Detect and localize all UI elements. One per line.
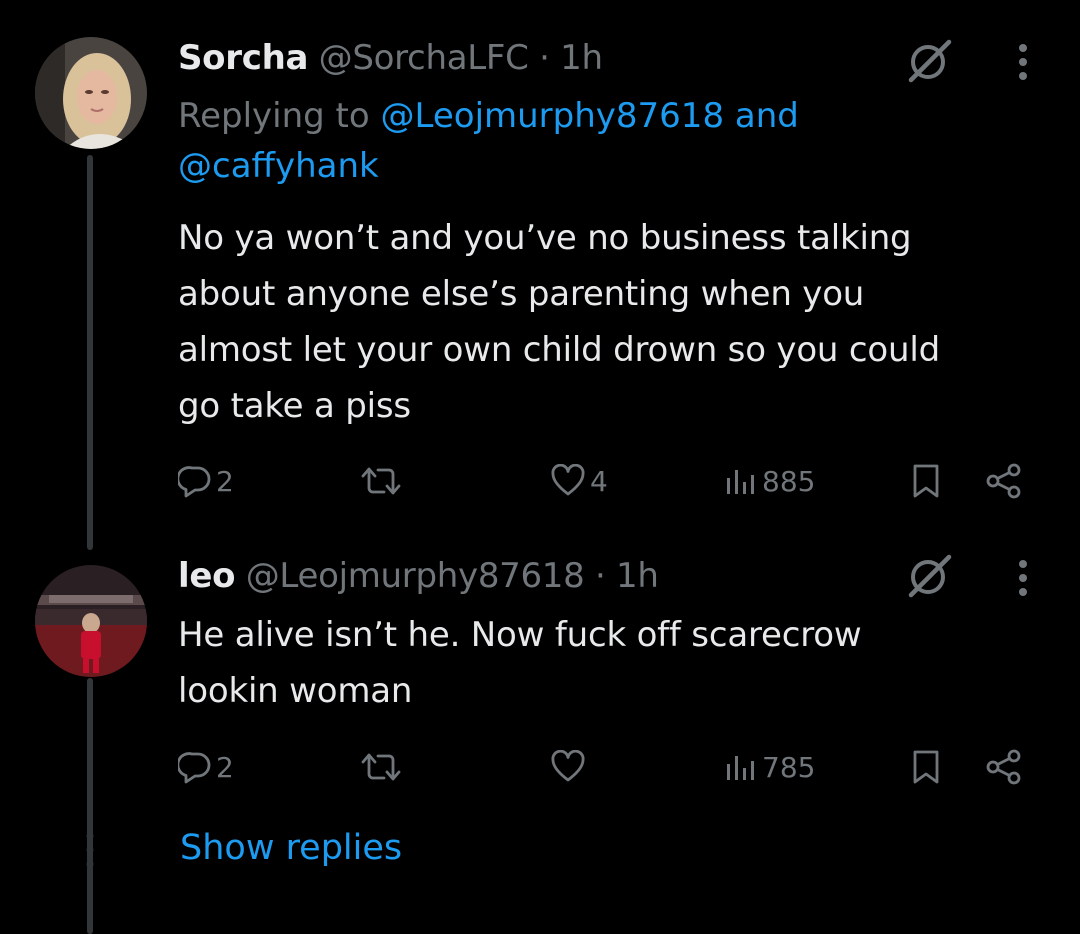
replying-to-label: Replying to: [178, 96, 370, 136]
tweet-text-line: No ya won’t and you’ve no business talki…: [178, 218, 912, 258]
thread-continuation-dots-icon: [86, 832, 94, 868]
tweet-header: Sorcha @SorchaLFC · 1h: [178, 37, 603, 79]
reply-button[interactable]: 2: [178, 456, 234, 506]
share-icon: [986, 463, 1021, 499]
views-icon: [727, 470, 754, 494]
bookmark-button[interactable]: [910, 456, 942, 506]
handle[interactable]: @SorchaLFC: [319, 38, 529, 78]
tweet-sorcha[interactable]: Sorcha @SorchaLFC · 1h Replying to @Leoj…: [0, 0, 1080, 560]
views-button[interactable]: 885: [724, 456, 815, 506]
reply-mention-leojmurphy[interactable]: @Leojmurphy87618: [381, 96, 725, 136]
display-name[interactable]: Sorcha: [178, 38, 308, 78]
bookmark-icon: [913, 464, 939, 498]
tweet-header: leo @Leojmurphy87618 · 1h: [178, 555, 659, 597]
views-count: 885: [762, 464, 816, 498]
handle[interactable]: @Leojmurphy87618: [246, 556, 585, 596]
show-replies-link[interactable]: Show replies: [180, 825, 402, 871]
action-bar: 2 4 885: [0, 456, 1080, 506]
avatar-photo-icon: [35, 565, 147, 677]
tweet-text: He alive isn’t he. Now fuck off scarecro…: [178, 607, 1048, 719]
timestamp[interactable]: 1h: [616, 556, 659, 596]
like-button[interactable]: [550, 742, 590, 792]
repost-icon: [361, 467, 401, 495]
replying-to: Replying to @Leojmurphy87618 and @caffyh…: [178, 91, 1038, 191]
thread-line: [87, 678, 93, 934]
separator-dot: ·: [595, 556, 606, 596]
share-button[interactable]: [985, 456, 1023, 506]
share-button[interactable]: [985, 742, 1023, 792]
bookmark-icon: [913, 750, 939, 784]
repost-icon: [361, 753, 401, 781]
action-bar: 2 785: [0, 742, 1080, 792]
reply-mention-caffyhank[interactable]: @caffyhank: [178, 146, 379, 186]
reply-button[interactable]: 2: [178, 742, 234, 792]
avatar-photo-icon: [35, 37, 147, 149]
timestamp[interactable]: 1h: [560, 38, 603, 78]
grok-icon[interactable]: [905, 36, 955, 86]
share-icon: [986, 749, 1021, 785]
tweet-text-line: lookin woman: [178, 671, 413, 711]
reply-icon: [178, 466, 211, 498]
display-name[interactable]: leo: [178, 556, 235, 596]
tweet-text-line: about anyone else’s parenting when you: [178, 274, 865, 314]
reply-count: 2: [216, 750, 234, 784]
tweet-leo[interactable]: leo @Leojmurphy87618 · 1h He alive isn’t…: [0, 554, 1080, 934]
grok-icon[interactable]: [905, 551, 955, 601]
more-options-icon[interactable]: [1013, 40, 1033, 84]
tweet-text: No ya won’t and you’ve no business talki…: [178, 210, 1048, 434]
reply-icon: [178, 752, 211, 784]
reply-count: 2: [216, 464, 234, 498]
tweet-text-line: go take a piss: [178, 386, 411, 426]
tweet-text-line: He alive isn’t he. Now fuck off scarecro…: [178, 615, 862, 655]
like-button[interactable]: 4: [550, 456, 608, 506]
repost-button[interactable]: [360, 742, 402, 792]
views-count: 785: [762, 750, 816, 784]
tweet-text-line: almost let your own child drown so you c…: [178, 330, 940, 370]
reply-and[interactable]: and: [735, 96, 799, 136]
views-button[interactable]: 785: [724, 742, 815, 792]
views-icon: [727, 756, 754, 780]
bookmark-button[interactable]: [910, 742, 942, 792]
repost-button[interactable]: [360, 456, 402, 506]
heart-icon: [551, 464, 585, 496]
like-count: 4: [590, 464, 608, 498]
separator-dot: ·: [539, 38, 550, 78]
heart-icon: [551, 750, 585, 782]
more-options-icon[interactable]: [1013, 556, 1033, 600]
avatar[interactable]: [35, 37, 147, 149]
avatar[interactable]: [35, 565, 147, 677]
